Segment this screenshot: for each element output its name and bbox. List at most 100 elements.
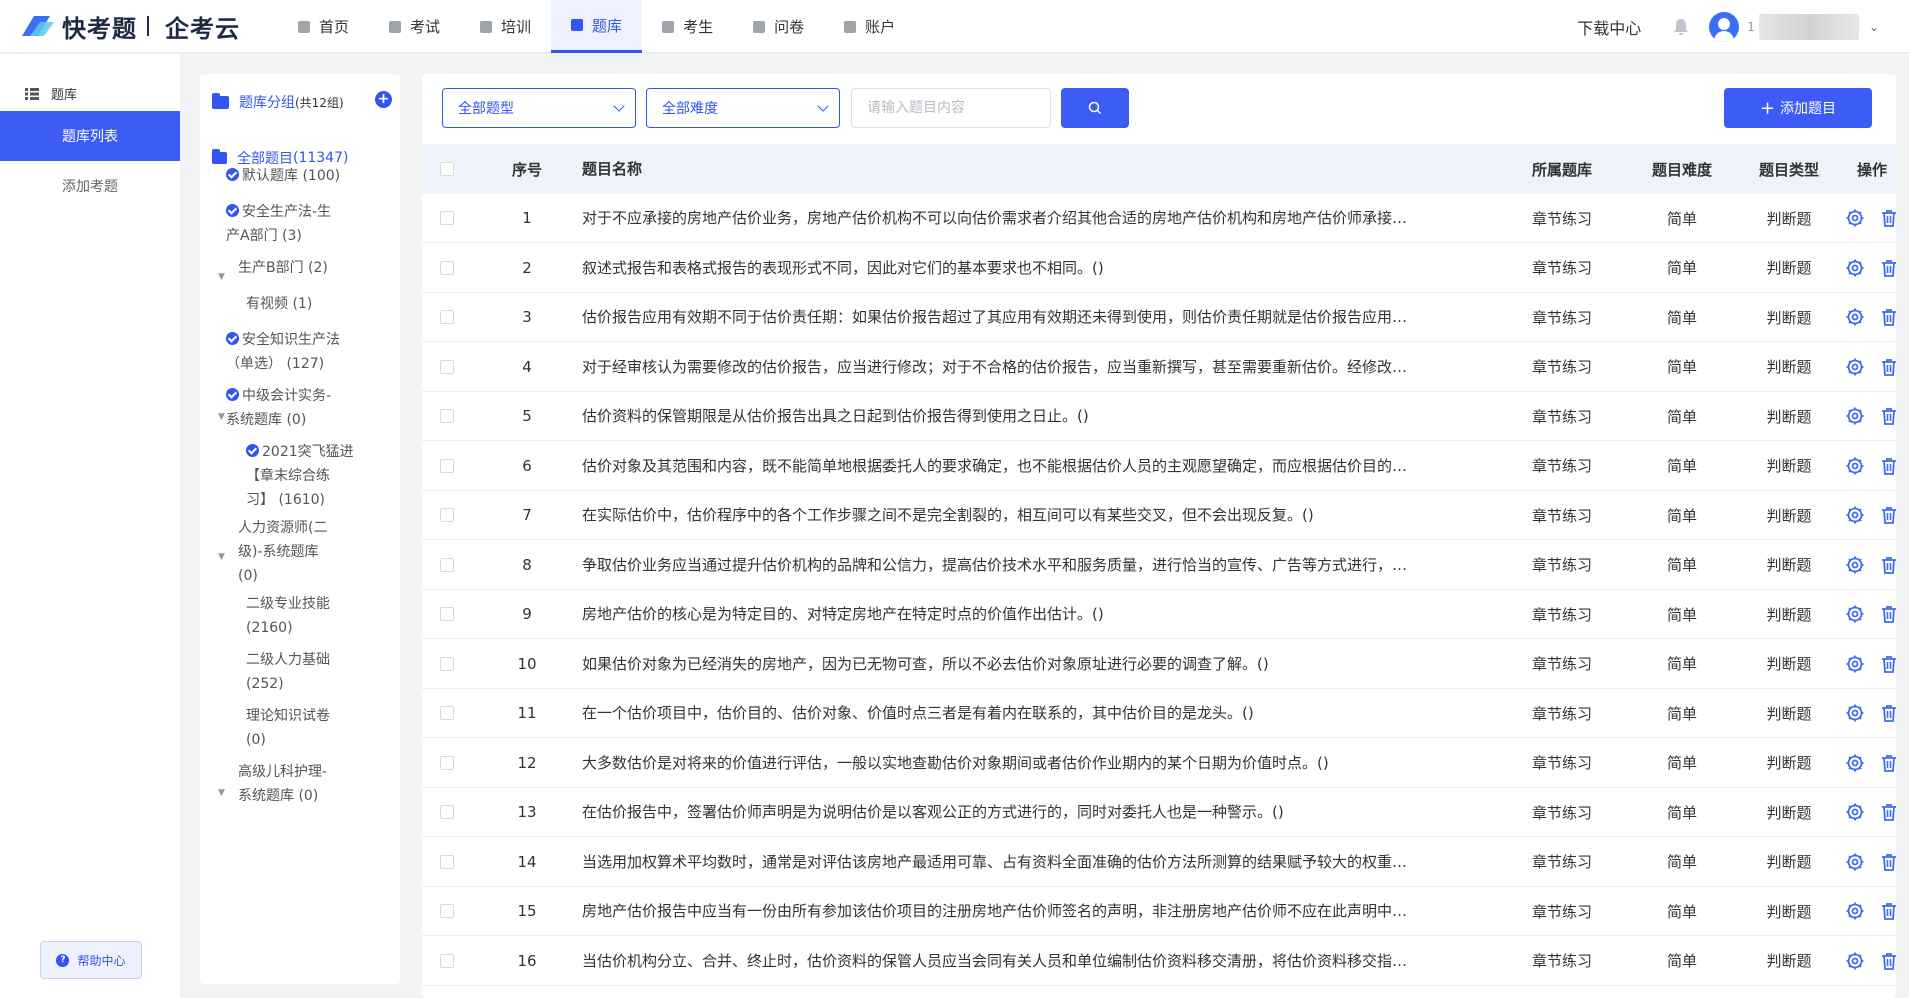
table-row[interactable]: 5 估价资料的保管期限是从估价报告出具之日起到估价报告得到使用之日止。() 章节练习…	[422, 392, 1896, 441]
row-checkbox[interactable]	[440, 310, 454, 324]
tree-node[interactable]: 默认题库 (100)	[226, 164, 340, 188]
gear-icon[interactable]	[1845, 406, 1865, 426]
trash-icon[interactable]	[1879, 802, 1896, 822]
table-row[interactable]: 13 在估价报告中，签署估价师声明是为说明估价是以客观公正的方式进行的，同时对委托…	[422, 788, 1896, 837]
table-row[interactable]: 1 对于不应承接的房地产估价业务，房地产估价机构不可以向估价需求者介绍其他合适的房…	[422, 194, 1896, 243]
row-checkbox[interactable]	[440, 755, 454, 770]
row-checkbox[interactable]	[440, 805, 454, 819]
table-row[interactable]: 8 争取估价业务应当通过提升估价机构的品牌和公信力，提高估价技术水平和服务质量，进…	[422, 541, 1896, 590]
tree-node[interactable]: 2021突飞猛进 【章末综合练 习】 (1610)	[246, 440, 354, 512]
caret-down-icon[interactable]: ▼	[218, 272, 225, 282]
help-center-button[interactable]: ? 帮助中心	[40, 941, 142, 979]
row-checkbox[interactable]	[440, 953, 454, 968]
table-row[interactable]: 7 在实际估价中，估价程序中的各个工作步骤之间不是完全割裂的，相互间可以有某些交叉…	[422, 491, 1896, 540]
row-checkbox[interactable]	[440, 508, 454, 522]
trash-icon[interactable]	[1879, 258, 1896, 278]
nav-item-account[interactable]: 账户	[824, 0, 915, 53]
nav-item-question-bank[interactable]: 题库	[551, 0, 643, 53]
tree-node[interactable]: 有视频 (1)	[246, 292, 312, 316]
gear-icon[interactable]	[1845, 703, 1865, 723]
gear-icon[interactable]	[1845, 604, 1865, 624]
gear-icon[interactable]	[1845, 654, 1865, 674]
search-button[interactable]	[1061, 88, 1129, 128]
nav-item-training[interactable]: 培训	[460, 0, 551, 53]
row-question-name[interactable]: 在一个估价项目中，估价目的、估价对象、价值时点三者是有着内在联系的，其中估价目的…	[582, 689, 1472, 737]
table-row[interactable]: 9 房地产估价的核心是为特定目的、对特定房地产在特定时点的价值作出估计。() 章节练…	[422, 590, 1896, 639]
row-question-name[interactable]: 估价资料的保管期限是从估价报告出具之日起到估价报告得到使用之日止。()	[582, 392, 1472, 440]
gear-icon[interactable]	[1845, 505, 1865, 525]
row-checkbox[interactable]	[440, 458, 454, 473]
row-question-name[interactable]: 房地产估价报告中应当有一份由所有参加该估价项目的注册房地产估价师签名的声明，非注…	[582, 887, 1472, 935]
row-question-name[interactable]: 当选用加权算术平均数时，通常是对评估该房地产最适用可靠、占有资料全面准确的估价方…	[582, 838, 1472, 886]
tree-node[interactable]: 二级人力基础 (252)	[246, 648, 330, 696]
table-row[interactable]: 16 当估价机构分立、合并、终止时，估价资料的保管人员应当会同有关人员和单位编制估…	[422, 937, 1896, 986]
trash-icon[interactable]	[1879, 852, 1896, 872]
select-all-checkbox[interactable]	[440, 162, 454, 176]
tree-node[interactable]: 安全生产法-生 产A部门 (3)	[226, 200, 331, 248]
gear-icon[interactable]	[1845, 852, 1865, 872]
trash-icon[interactable]	[1879, 555, 1896, 575]
nav-item-exam[interactable]: 考试	[369, 0, 460, 53]
gear-icon[interactable]	[1845, 307, 1865, 327]
brand-logo[interactable]: 快考题 企考云	[20, 11, 240, 43]
gear-icon[interactable]	[1845, 901, 1865, 921]
tree-node[interactable]: 二级专业技能 (2160)	[246, 592, 330, 640]
sidebar-item-question-list[interactable]: 题库列表	[0, 111, 180, 161]
tree-node[interactable]: 理论知识试卷 (0)	[246, 704, 330, 752]
row-question-name[interactable]: 对于经审核认为需要修改的估价报告，应当进行修改；对于不合格的估价报告，应当重新撰…	[582, 343, 1472, 391]
table-row[interactable]: 3 估价报告应用有效期不同于估价责任期：如果估价报告超过了其应用有效期还未得到使用…	[422, 293, 1896, 342]
row-question-name[interactable]: 估价对象及其范围和内容，既不能简单地根据委托人的要求确定，也不能根据估价人员的主…	[582, 442, 1472, 490]
row-checkbox[interactable]	[440, 607, 454, 621]
tree-node[interactable]: 人力资源师(二 级)-系统题库 (0)	[238, 516, 327, 588]
nav-item-survey[interactable]: 问卷	[733, 0, 824, 53]
nav-item-examinee[interactable]: 考生	[642, 0, 733, 53]
row-question-name[interactable]: 估价报告应用有效期不同于估价责任期：如果估价报告超过了其应用有效期还未得到使用，…	[582, 293, 1472, 341]
row-checkbox[interactable]	[440, 854, 454, 869]
gear-icon[interactable]	[1845, 208, 1865, 228]
gear-icon[interactable]	[1845, 456, 1865, 476]
gear-icon[interactable]	[1845, 951, 1865, 971]
row-question-name[interactable]: 当估价机构分立、合并、终止时，估价资料的保管人员应当会同有关人员和单位编制估价资…	[582, 937, 1472, 985]
difficulty-select[interactable]: 全部难度	[646, 88, 840, 128]
row-question-name[interactable]: 如果估价对象为已经消失的房地产，因为已无物可查，所以不必去估价对象原址进行必要的…	[582, 640, 1472, 688]
trash-icon[interactable]	[1879, 901, 1896, 921]
tree-node[interactable]: 安全知识生产法 （单选） (127)	[226, 328, 340, 376]
row-question-name[interactable]: 大多数估价是对将来的价值进行评估，一般以实地查勘估价对象期间或者估价作业期内的某…	[582, 739, 1472, 787]
row-question-name[interactable]: 在实际估价中，估价程序中的各个工作步骤之间不是完全割裂的，相互间可以有某些交叉，…	[582, 491, 1472, 539]
row-checkbox[interactable]	[440, 409, 454, 423]
tree-node[interactable]: 生产B部门 (2)	[238, 256, 328, 280]
tree-node[interactable]: 高级儿科护理- 系统题库 (0)	[238, 760, 327, 808]
table-row[interactable]: 12 大多数估价是对将来的价值进行评估，一般以实地查勘估价对象期间或者估价作业期内…	[422, 739, 1896, 788]
caret-down-icon[interactable]: ▼	[218, 412, 225, 422]
row-question-name[interactable]: 在估价报告中，签署估价师声明是为说明估价是以客观公正的方式进行的，同时对委托人也…	[582, 788, 1472, 836]
row-question-name[interactable]: 对于不应承接的房地产估价业务，房地产估价机构不可以向估价需求者介绍其他合适的房地…	[582, 194, 1472, 242]
trash-icon[interactable]	[1879, 456, 1896, 476]
nav-item-home[interactable]: 首页	[278, 0, 369, 53]
gear-icon[interactable]	[1845, 357, 1865, 377]
gear-icon[interactable]	[1845, 802, 1865, 822]
gear-icon[interactable]	[1845, 258, 1865, 278]
trash-icon[interactable]	[1879, 357, 1896, 377]
table-row[interactable]: 15 房地产估价报告中应当有一份由所有参加该估价项目的注册房地产估价师签名的声明，…	[422, 887, 1896, 936]
trash-icon[interactable]	[1879, 406, 1896, 426]
gear-icon[interactable]	[1845, 555, 1865, 575]
row-checkbox[interactable]	[440, 904, 454, 918]
question-search-input[interactable]	[851, 88, 1051, 128]
row-checkbox[interactable]	[440, 260, 454, 275]
row-checkbox[interactable]	[440, 359, 454, 374]
row-checkbox[interactable]	[440, 557, 454, 572]
question-type-select[interactable]: 全部题型	[442, 88, 636, 128]
chevron-down-icon[interactable]: ⌄	[1869, 20, 1879, 34]
trash-icon[interactable]	[1879, 505, 1896, 525]
table-row[interactable]: 14 当选用加权算术平均数时，通常是对评估该房地产最适用可靠、占有资料全面准确的估…	[422, 838, 1896, 887]
table-row[interactable]: 10 如果估价对象为已经消失的房地产，因为已无物可查，所以不必去估价对象原址进行必…	[422, 640, 1896, 689]
table-row[interactable]: 17 估价业务应当由估价机构统一接受委托，统一收取费用，估价师也可以个人名义承揽估…	[422, 986, 1896, 998]
bell-icon[interactable]	[1673, 18, 1689, 36]
row-question-name[interactable]: 叙述式报告和表格式报告的表现形式不同，因此对它们的基本要求也不相同。()	[582, 244, 1472, 292]
caret-down-icon[interactable]: ▼	[218, 788, 225, 798]
trash-icon[interactable]	[1879, 951, 1896, 971]
row-checkbox[interactable]	[440, 706, 454, 720]
add-group-icon[interactable]: +	[375, 91, 392, 108]
table-row[interactable]: 11 在一个估价项目中，估价目的、估价对象、价值时点三者是有着内在联系的，其中估价…	[422, 689, 1896, 738]
row-checkbox[interactable]	[440, 656, 454, 671]
